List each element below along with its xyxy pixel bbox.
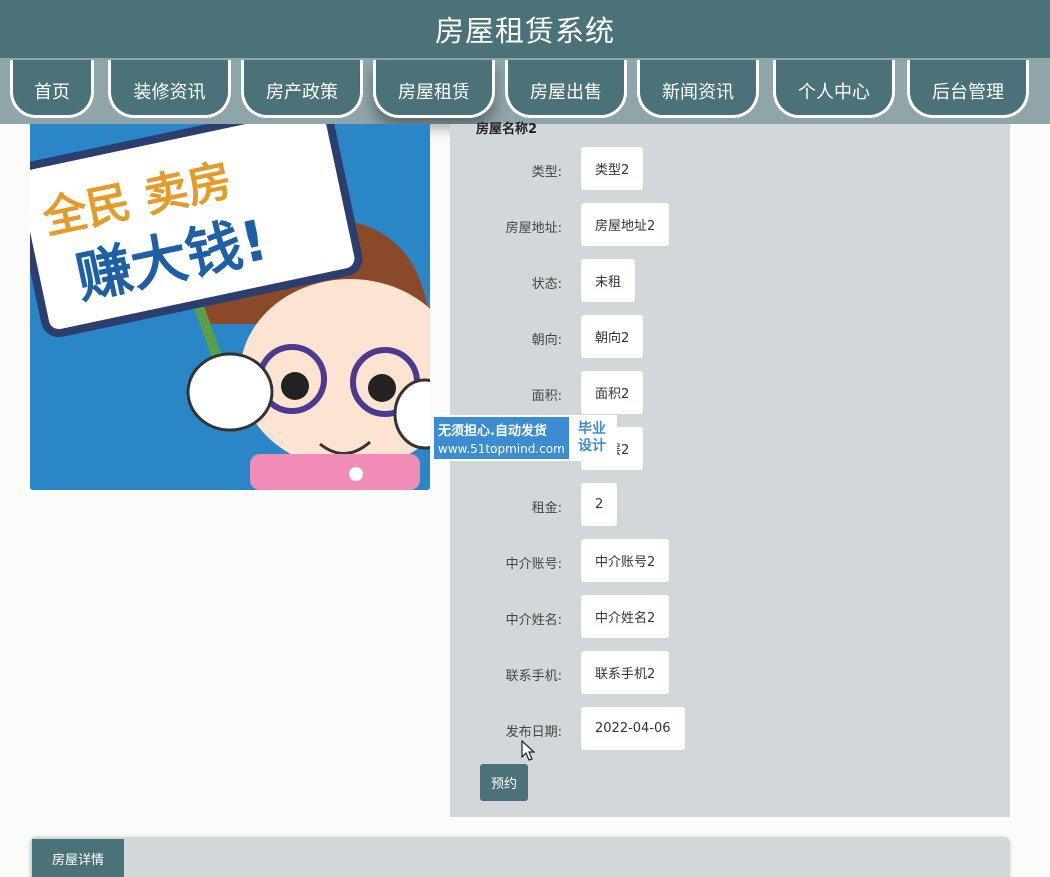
nav-item-decoration-news[interactable]: 装修资讯	[108, 60, 231, 118]
detail-tab-bar: 房屋详情	[30, 837, 1010, 877]
field-row-orientation: 朝向: 朝向2	[450, 315, 1010, 359]
field-value: 中介姓名2	[581, 595, 670, 638]
house-name-heading: 房屋名称2	[476, 122, 538, 137]
field-row-status: 状态: 未租	[450, 259, 1010, 303]
nav-item-house-rental[interactable]: 房屋租赁	[373, 60, 495, 118]
field-label: 房屋地址:	[505, 221, 562, 236]
tab-house-details[interactable]: 房屋详情	[32, 839, 124, 877]
nav-item-news[interactable]: 新闻资讯	[637, 60, 759, 118]
watermark-badge: 毕业 设计	[569, 417, 615, 459]
app-title: 房屋租赁系统	[434, 14, 615, 48]
nav-item-admin[interactable]: 后台管理	[907, 60, 1029, 118]
field-value: 联系手机2	[581, 651, 670, 694]
house-image: 全民 卖房 赚大钱!	[30, 124, 430, 490]
watermark-text: 无须担心.自动发货	[438, 424, 547, 439]
field-row-address: 房屋地址: 房屋地址2	[450, 203, 1010, 247]
field-label: 中介账号:	[505, 557, 562, 572]
field-value: 类型2	[581, 147, 644, 190]
field-label: 租金:	[531, 501, 562, 516]
watermark-badge-line2: 设计	[578, 438, 606, 454]
field-value: 面积2	[581, 371, 644, 414]
nav-item-property-policy[interactable]: 房产政策	[241, 60, 363, 118]
nav-item-home[interactable]: 首页	[10, 60, 94, 118]
field-value: 2	[581, 483, 618, 526]
field-label: 联系手机:	[505, 669, 562, 684]
field-label: 面积:	[531, 389, 562, 404]
field-label: 类型:	[531, 165, 562, 180]
mouse-cursor-icon	[521, 740, 535, 761]
cartoon-sign-illustration: 全民 卖房 赚大钱!	[30, 124, 430, 490]
site-header: 房屋租赁系统	[0, 0, 1050, 58]
field-label: 中介姓名:	[505, 613, 562, 628]
watermark-overlay: 无须担心.自动发货 www.51topmind.com 毕业 设计	[432, 415, 617, 461]
field-row-agent-name: 中介姓名: 中介姓名2	[450, 595, 1010, 639]
field-value: 中介账号2	[581, 539, 670, 582]
field-value: 2022-04-06	[581, 707, 685, 750]
nav-item-house-sale[interactable]: 房屋出售	[505, 60, 627, 118]
field-label: 状态:	[531, 277, 562, 292]
field-value: 房屋地址2	[581, 203, 670, 246]
field-row-contact-phone: 联系手机: 联系手机2	[450, 651, 1010, 695]
field-label: 发布日期:	[505, 725, 562, 740]
reserve-button[interactable]: 预约	[480, 764, 528, 801]
nav-item-personal-center[interactable]: 个人中心	[773, 60, 895, 118]
field-row-agent-account: 中介账号: 中介账号2	[450, 539, 1010, 583]
field-value: 朝向2	[581, 315, 644, 358]
field-label: 朝向:	[531, 333, 562, 348]
field-value: 未租	[581, 259, 636, 302]
watermark-url: www.51topmind.com	[438, 442, 565, 456]
field-row-area: 面积: 面积2	[450, 371, 1010, 415]
watermark-badge-line1: 毕业	[578, 421, 606, 437]
house-detail-panel: 房屋名称2 类型: 类型2 房屋地址: 房屋地址2 状态: 未租 朝向: 朝向2…	[450, 122, 1010, 817]
main-nav: 首页 装修资讯 房产政策 房屋租赁 房屋出售 新闻资讯 个人中心 后台管理	[0, 58, 1050, 124]
field-row-rent: 租金: 2	[450, 483, 1010, 527]
field-row-type: 类型: 类型2	[450, 147, 1010, 191]
